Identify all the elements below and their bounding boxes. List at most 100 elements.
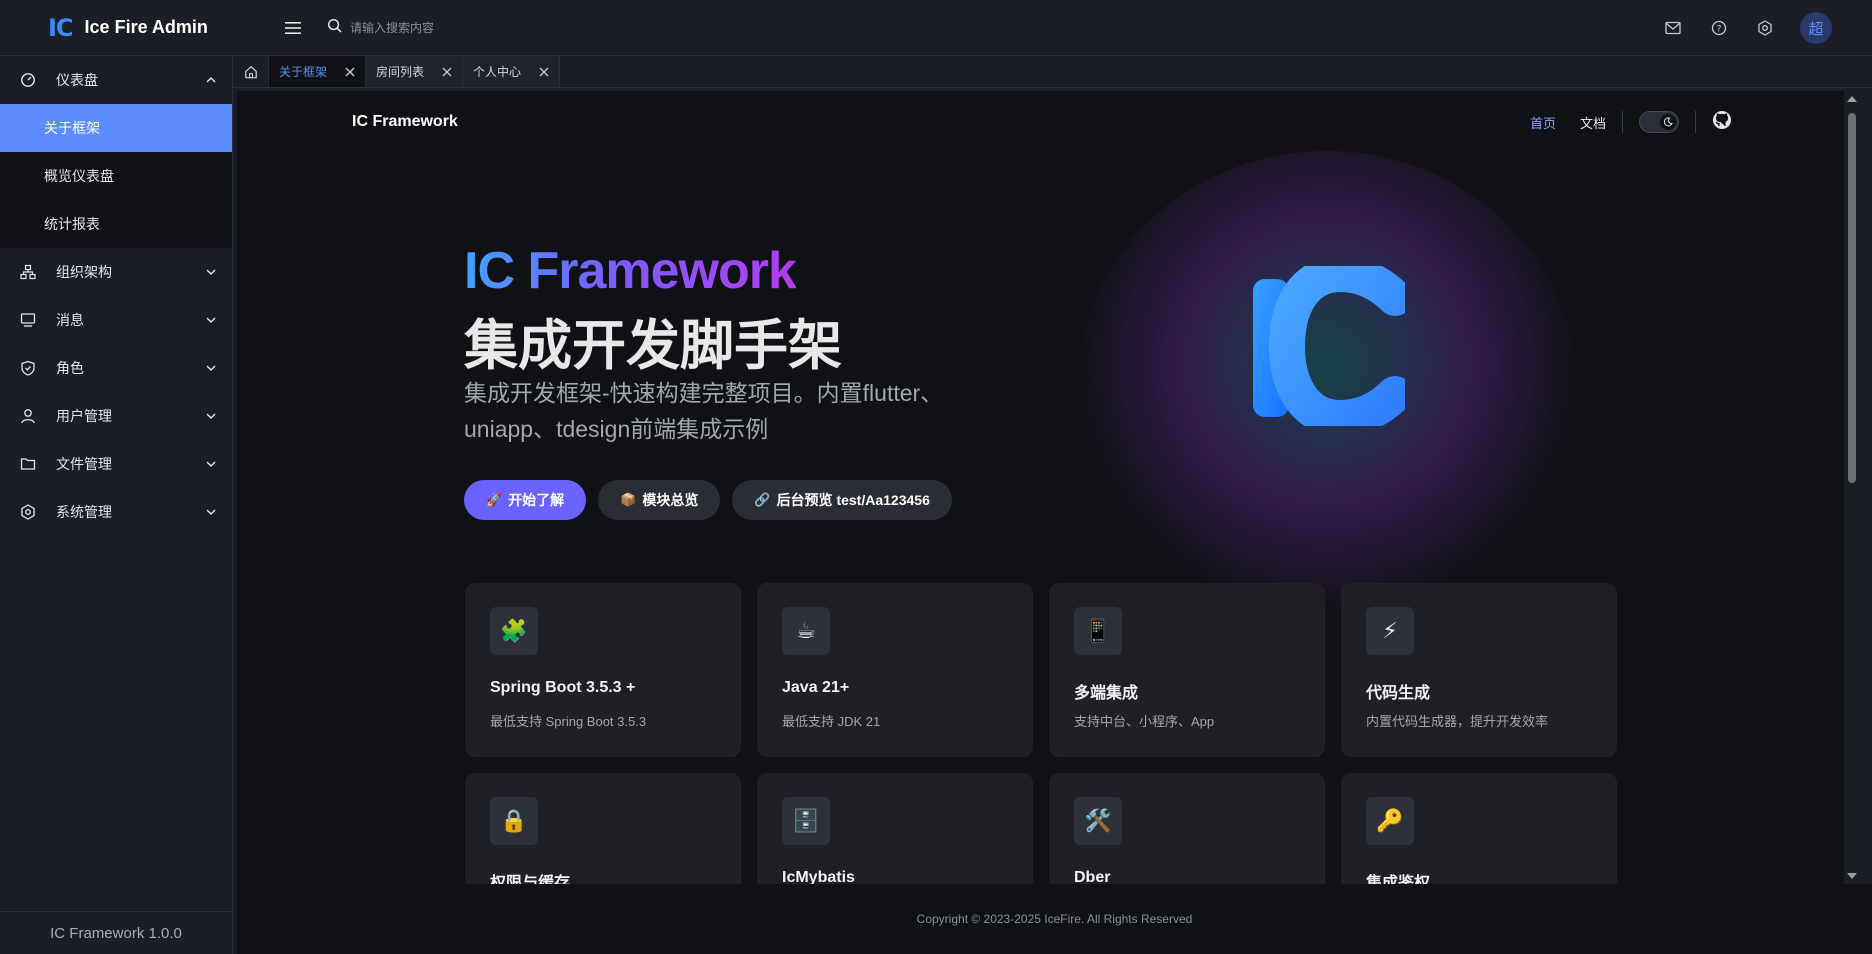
- tab-room-list[interactable]: 房间列表: [366, 56, 464, 87]
- button-label: 模块总览: [642, 492, 699, 508]
- help-icon[interactable]: ?: [1708, 17, 1730, 39]
- scroll-thumb[interactable]: [1848, 113, 1856, 483]
- theme-toggle[interactable]: [1639, 111, 1679, 133]
- coffee-icon: ☕: [782, 607, 830, 655]
- search-icon: [327, 18, 342, 38]
- divider: [1695, 111, 1696, 133]
- app-logo[interactable]: IC Ice Fire Admin: [0, 14, 233, 42]
- sidebar-item-statistics-report[interactable]: 统计报表: [0, 200, 232, 248]
- key-icon: 🔑: [1366, 797, 1414, 845]
- close-icon[interactable]: [442, 67, 452, 77]
- sidebar-item-system-management[interactable]: 系统管理: [0, 488, 232, 536]
- sidebar-item-label: 系统管理: [56, 504, 112, 520]
- content-scrollbar[interactable]: [1844, 91, 1860, 884]
- feature-title: 权限与缓存: [490, 875, 571, 884]
- sidebar: 仪表盘 关于框架 概览仪表盘 统计报表 组织架构 消息 角色 用户管理 文件管理…: [0, 56, 233, 954]
- tab-label: 个人中心: [473, 65, 522, 79]
- folder-icon: [20, 456, 36, 472]
- copyright-footer: Copyright © 2023-2025 IceFire. All Right…: [237, 884, 1872, 954]
- divider: [1622, 111, 1623, 133]
- modules-overview-button[interactable]: 📦 模块总览: [598, 480, 721, 520]
- feature-desc: 内置代码生成器，提升开发效率: [1366, 714, 1549, 729]
- avatar[interactable]: 超: [1800, 12, 1832, 44]
- chevron-down-icon: [206, 317, 216, 323]
- feature-title: Spring Boot 3.5.3 +: [490, 679, 636, 696]
- search-input[interactable]: 请输入搜索内容: [350, 19, 434, 36]
- sidebar-item-label: 组织架构: [56, 264, 112, 280]
- main-content: IC Framework 首页 文档 IC Framework 集成开发脚手架 …: [237, 91, 1845, 884]
- tools-icon: 🛠️: [1074, 797, 1122, 845]
- svg-text:?: ?: [1717, 25, 1722, 35]
- feature-card[interactable]: 📱 多端集成 支持中台、小程序、App: [1049, 583, 1325, 757]
- feature-title: IcMybatis: [782, 869, 855, 884]
- ic-logo-icon: [1253, 266, 1405, 426]
- sidebar-item-roles[interactable]: 角色: [0, 344, 232, 392]
- search-bar[interactable]: 请输入搜索内容: [327, 18, 434, 38]
- scroll-down-icon[interactable]: [1847, 873, 1857, 879]
- feature-title: Dber: [1074, 869, 1111, 884]
- sidebar-item-dashboard[interactable]: 仪表盘: [0, 56, 232, 104]
- feature-card[interactable]: 🧩 Spring Boot 3.5.3 + 最低支持 Spring Boot 3…: [465, 583, 741, 757]
- feature-card[interactable]: 🔒 权限与缓存: [465, 773, 741, 884]
- sidebar-item-user-management[interactable]: 用户管理: [0, 392, 232, 440]
- tab-personal-center[interactable]: 个人中心: [463, 56, 561, 87]
- dashboard-icon: [20, 72, 36, 88]
- close-icon[interactable]: [539, 67, 549, 77]
- scroll-up-icon[interactable]: [1847, 96, 1857, 102]
- sidebar-item-organization[interactable]: 组织架构: [0, 248, 232, 296]
- nav-docs-link[interactable]: 文档: [1580, 113, 1606, 132]
- sidebar-item-overview-dashboard[interactable]: 概览仪表盘: [0, 152, 232, 200]
- org-chart-icon: [20, 264, 36, 280]
- mail-icon[interactable]: [1662, 17, 1684, 39]
- tab-about-framework[interactable]: 关于框架: [269, 56, 367, 87]
- gear-icon: [20, 504, 36, 520]
- feature-title: 集成鉴权: [1366, 875, 1431, 884]
- tab-label: 房间列表: [376, 65, 425, 79]
- feature-card[interactable]: 🗄️ IcMybatis: [757, 773, 1033, 884]
- user-icon: [20, 408, 36, 424]
- mobile-icon: 📱: [1074, 607, 1122, 655]
- sidebar-item-about-framework[interactable]: 关于框架: [0, 104, 232, 152]
- sidebar-item-label: 文件管理: [56, 456, 112, 472]
- chevron-down-icon: [206, 365, 216, 371]
- hero-title: IC Framework: [464, 242, 797, 300]
- feature-card[interactable]: 🔑 集成鉴权: [1341, 773, 1617, 884]
- settings-icon[interactable]: [1754, 17, 1776, 39]
- sidebar-item-label: 用户管理: [56, 408, 112, 424]
- admin-preview-button[interactable]: 🔗 后台预览 test/Aa123456: [732, 480, 952, 520]
- feature-card[interactable]: 🛠️ Dber: [1049, 773, 1325, 884]
- close-icon[interactable]: [345, 67, 355, 77]
- feature-card[interactable]: ⚡ 代码生成 内置代码生成器，提升开发效率: [1341, 583, 1617, 757]
- top-bar: IC Ice Fire Admin 请输入搜索内容 ? 超: [0, 0, 1872, 56]
- chevron-down-icon: [206, 269, 216, 275]
- sidebar-version: IC Framework 1.0.0: [0, 911, 232, 954]
- menu-toggle-icon[interactable]: [283, 18, 303, 38]
- tab-bar: 关于框架 房间列表 个人中心: [233, 56, 1872, 88]
- shield-icon: [20, 360, 36, 376]
- feature-desc: 支持中台、小程序、App: [1074, 714, 1215, 729]
- hero-subtitle: 集成开发框架-快速构建完整项目。内置flutter、uniapp、tdesign…: [464, 380, 944, 442]
- button-label: 开始了解: [508, 492, 565, 508]
- message-icon: [20, 312, 36, 328]
- feature-desc: 最低支持 Spring Boot 3.5.3: [490, 714, 647, 729]
- button-label: 后台预览 test/Aa123456: [776, 492, 930, 508]
- hero-headline: 集成开发脚手架: [464, 316, 842, 376]
- sidebar-item-label: 角色: [56, 360, 84, 376]
- nav-home-link[interactable]: 首页: [1530, 113, 1556, 132]
- get-started-button[interactable]: 🚀 开始了解: [464, 480, 587, 520]
- moon-icon: [1660, 114, 1676, 130]
- chevron-up-icon: [206, 77, 216, 83]
- sidebar-item-messages[interactable]: 消息: [0, 296, 232, 344]
- feature-card[interactable]: ☕ Java 21+ 最低支持 JDK 21: [757, 583, 1033, 757]
- home-icon[interactable]: [233, 56, 269, 87]
- page-brand[interactable]: IC Framework: [352, 113, 458, 131]
- hero-actions: 🚀 开始了解 📦 模块总览 🔗 后台预览 test/Aa123456: [464, 480, 952, 520]
- sidebar-item-label: 消息: [56, 312, 84, 328]
- feature-title: 代码生成: [1366, 685, 1431, 702]
- sidebar-item-file-management[interactable]: 文件管理: [0, 440, 232, 488]
- github-icon[interactable]: [1712, 110, 1732, 135]
- database-icon: 🗄️: [782, 797, 830, 845]
- lock-icon: 🔒: [490, 797, 538, 845]
- chevron-down-icon: [206, 461, 216, 467]
- link-icon: 🔗: [754, 492, 771, 507]
